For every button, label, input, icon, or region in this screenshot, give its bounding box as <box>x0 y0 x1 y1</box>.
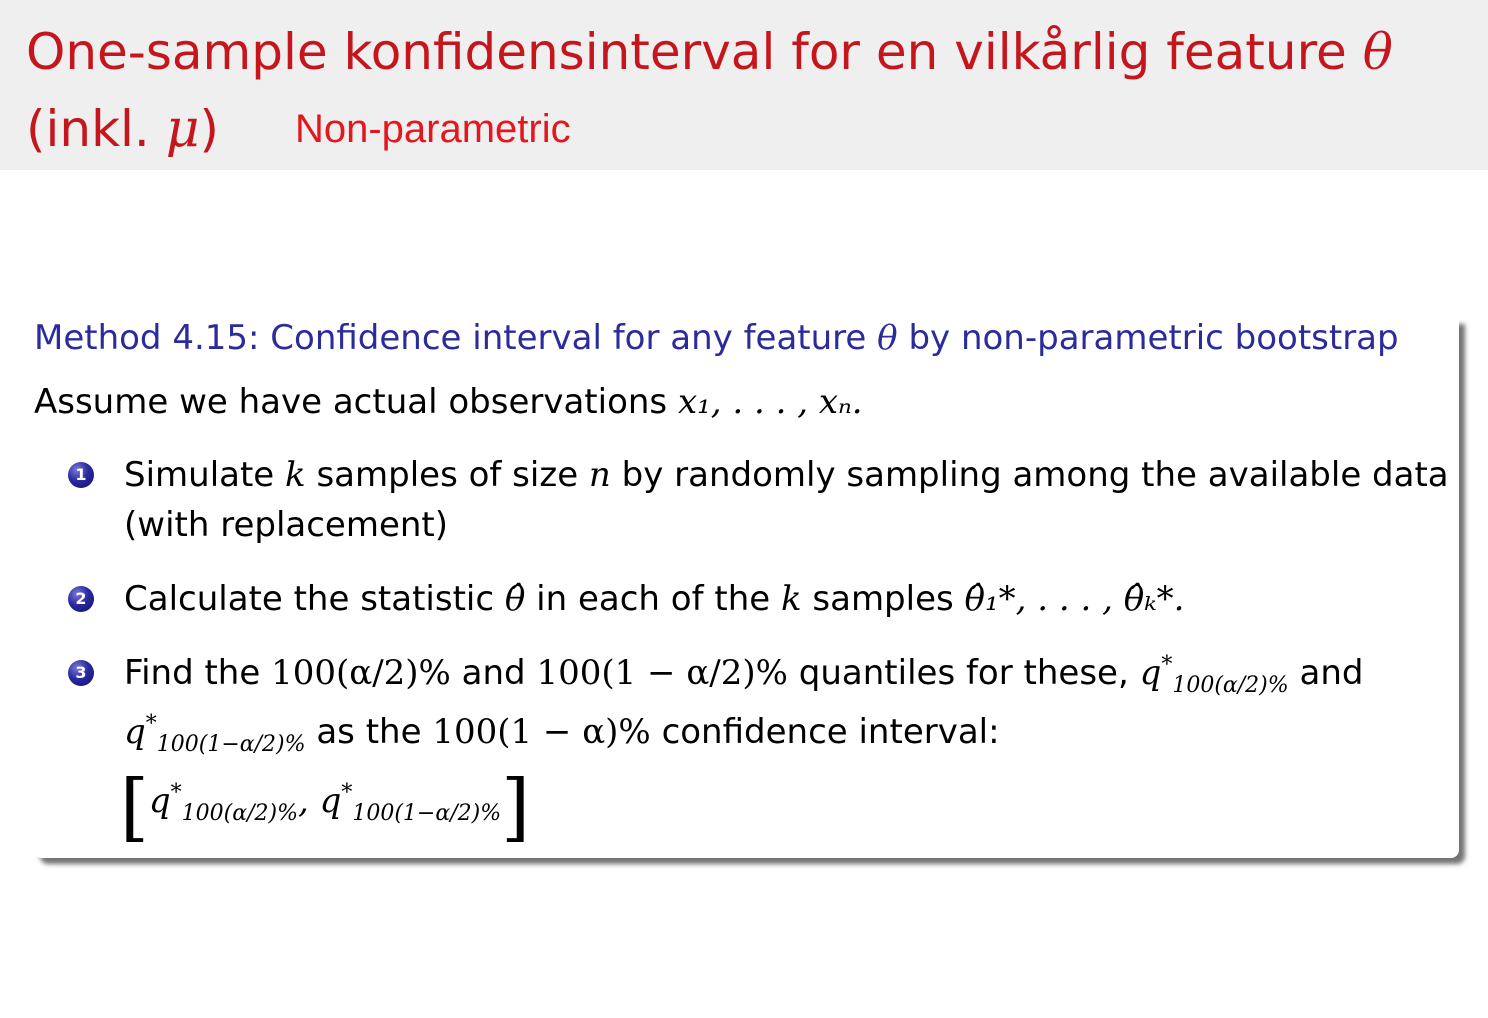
step-1-c: by randomly sampling among the available… <box>621 455 1449 495</box>
step-1-a: Simulate <box>124 455 275 495</box>
slide-title-line2: (inkl. μ) Non-parametric <box>26 103 571 155</box>
step-2-c: samples <box>812 579 954 619</box>
slide-subtitle: Non-parametric <box>294 107 571 151</box>
left-bracket: [ <box>120 764 149 850</box>
method-heading-prefix: Method 4.15: Confidence interval for any… <box>34 318 867 358</box>
step-2-a: Calculate the statistic <box>124 579 495 619</box>
right-bracket: ] <box>501 764 530 850</box>
title-text: One-sample konfidensinterval for en vilk… <box>26 23 1347 81</box>
step-3-b: quantiles for these, <box>798 653 1129 693</box>
confidence-interval-formula: [q*100(α/2)%, q*100(1−α/2)%] <box>120 762 530 844</box>
step-3-q-high-pct: 100(1 − α/2)% <box>536 653 788 693</box>
step-1-k: k <box>285 455 306 495</box>
step-2-number: 2 <box>68 586 94 612</box>
step-3-line2: q*100(1−α/2)% as the 100(1 − α)% confide… <box>124 711 1000 757</box>
step-1-line2: (with replacement) <box>124 505 449 545</box>
title-mu: μ <box>165 99 200 159</box>
step-3-as: as the <box>316 712 422 752</box>
intro-text: Assume we have actual observations <box>34 382 668 422</box>
step-3-number: 3 <box>68 660 94 686</box>
step-3-line1: Find the 100(α/2)% and 100(1 − α/2)% qua… <box>124 652 1364 698</box>
step-3-q-low-pct: 100(α/2)% <box>271 653 451 693</box>
method-heading-suffix: by non-parametric bootstrap <box>908 318 1399 358</box>
intro-math: x₁, . . . , xₙ. <box>677 382 863 422</box>
title-open: (inkl. <box>26 100 150 158</box>
step-2-line: Calculate the statistic θ̂ in each of th… <box>124 579 1184 619</box>
method-heading-theta: θ <box>877 318 898 358</box>
title-theta: θ <box>1362 23 1393 81</box>
step-3-conf-pct: 100(1 − α)% <box>432 712 651 752</box>
step-3-and2: and <box>1299 653 1364 693</box>
step-2-theta-hat: θ̂ <box>504 579 526 619</box>
step-3-ci: confidence interval: <box>661 712 1000 752</box>
title-close: ) <box>199 100 220 158</box>
step-2-b: in each of the <box>536 579 771 619</box>
step-3-q-low: q*100(α/2)% <box>1139 652 1289 698</box>
slide-title-line1: One-sample konfidensinterval for en vilk… <box>26 27 1393 77</box>
step-3-a: Find the <box>124 653 261 693</box>
slide-title-bar: One-sample konfidensinterval for en vilk… <box>0 0 1488 170</box>
step-2-k: k <box>780 579 802 619</box>
step-1-b: samples of size <box>316 455 579 495</box>
step-1-line1: Simulate k samples of size n by randomly… <box>124 455 1449 495</box>
step-2-samples-math: θ̂₁*, . . . , θ̂ₖ*. <box>964 579 1185 619</box>
step-3-and: and <box>461 653 526 693</box>
step-1-n: n <box>588 455 611 495</box>
step-3-q-high: q*100(1−α/2)% <box>124 711 306 757</box>
method-heading: Method 4.15: Confidence interval for any… <box>34 318 1399 358</box>
method-intro: Assume we have actual observations x₁, .… <box>34 382 863 422</box>
interval-q-low: q*100(α/2)%, q*100(1−α/2)% <box>148 780 502 826</box>
step-1-number: 1 <box>68 462 94 488</box>
